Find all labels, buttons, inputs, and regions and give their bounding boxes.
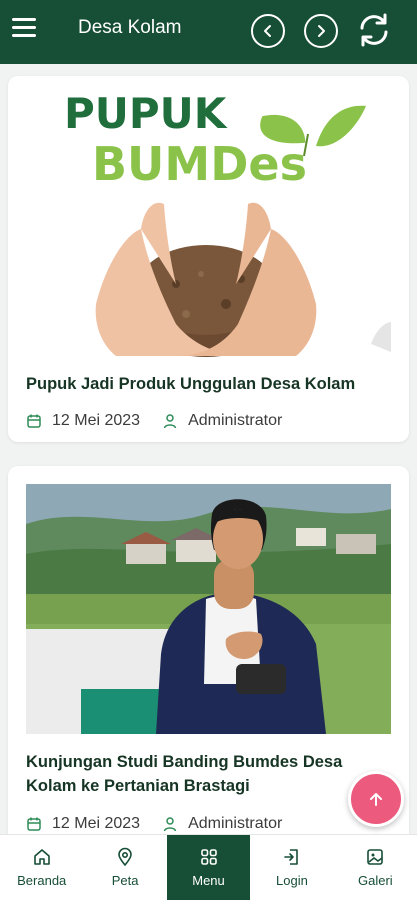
bottom-navigation: Beranda Peta Menu Login Galeri bbox=[0, 834, 417, 900]
hamburger-icon[interactable] bbox=[12, 18, 40, 44]
page-title: Desa Kolam bbox=[78, 17, 182, 38]
nav-login[interactable]: Login bbox=[250, 835, 333, 900]
grid-icon bbox=[200, 849, 217, 865]
article-card[interactable]: Kunjungan Studi Banding Bumdes Desa Kola… bbox=[8, 466, 409, 834]
article-date: 12 Mei 2023 bbox=[52, 412, 141, 429]
logo-line1: PUPUK bbox=[64, 94, 228, 138]
nav-label: Menu bbox=[192, 873, 225, 888]
article-card[interactable]: PUPUK BUMDes Pupuk Jadi Produk Unggulan … bbox=[8, 76, 409, 442]
user-icon bbox=[163, 817, 177, 832]
article-image[interactable] bbox=[26, 484, 391, 734]
calendar-icon bbox=[27, 414, 41, 428]
app-header: Desa Kolam bbox=[0, 0, 417, 64]
refresh-icon bbox=[360, 13, 388, 47]
calendar-icon bbox=[27, 817, 41, 831]
scroll-top-button[interactable] bbox=[348, 771, 404, 827]
article-author: Administrator bbox=[188, 412, 283, 429]
nav-peta[interactable]: Peta bbox=[83, 835, 166, 900]
article-image[interactable]: PUPUK BUMDes bbox=[26, 94, 391, 358]
nav-label: Galeri bbox=[357, 873, 393, 888]
nav-galeri[interactable]: Galeri bbox=[334, 835, 417, 900]
refresh-button[interactable] bbox=[354, 10, 394, 50]
next-button[interactable] bbox=[304, 14, 338, 48]
chevron-right-icon bbox=[318, 25, 325, 37]
gallery-icon bbox=[367, 849, 384, 865]
logo-line2: BUMDes bbox=[92, 137, 307, 191]
article-meta: 12 Mei 2023 Administrator bbox=[26, 815, 282, 833]
article-author: Administrator bbox=[188, 815, 283, 832]
nav-menu[interactable]: Menu bbox=[166, 835, 251, 900]
nav-label: Login bbox=[276, 873, 308, 888]
prev-button[interactable] bbox=[251, 14, 285, 48]
nav-beranda[interactable]: Beranda bbox=[0, 835, 83, 900]
article-title[interactable]: Pupuk Jadi Produk Unggulan Desa Kolam bbox=[26, 372, 391, 396]
home-icon bbox=[33, 849, 50, 865]
nav-label: Beranda bbox=[17, 873, 67, 888]
user-icon bbox=[163, 414, 177, 429]
arrow-up-icon bbox=[370, 793, 382, 806]
article-list: PUPUK BUMDes Pupuk Jadi Produk Unggulan … bbox=[0, 64, 417, 834]
chevron-left-icon bbox=[264, 25, 271, 37]
article-meta: 12 Mei 2023 Administrator bbox=[26, 412, 282, 430]
map-pin-icon bbox=[118, 847, 132, 867]
nav-label: Peta bbox=[111, 873, 139, 888]
article-date: 12 Mei 2023 bbox=[52, 815, 141, 832]
login-icon bbox=[284, 849, 298, 865]
article-title[interactable]: Kunjungan Studi Banding Bumdes Desa Kola… bbox=[26, 750, 391, 798]
